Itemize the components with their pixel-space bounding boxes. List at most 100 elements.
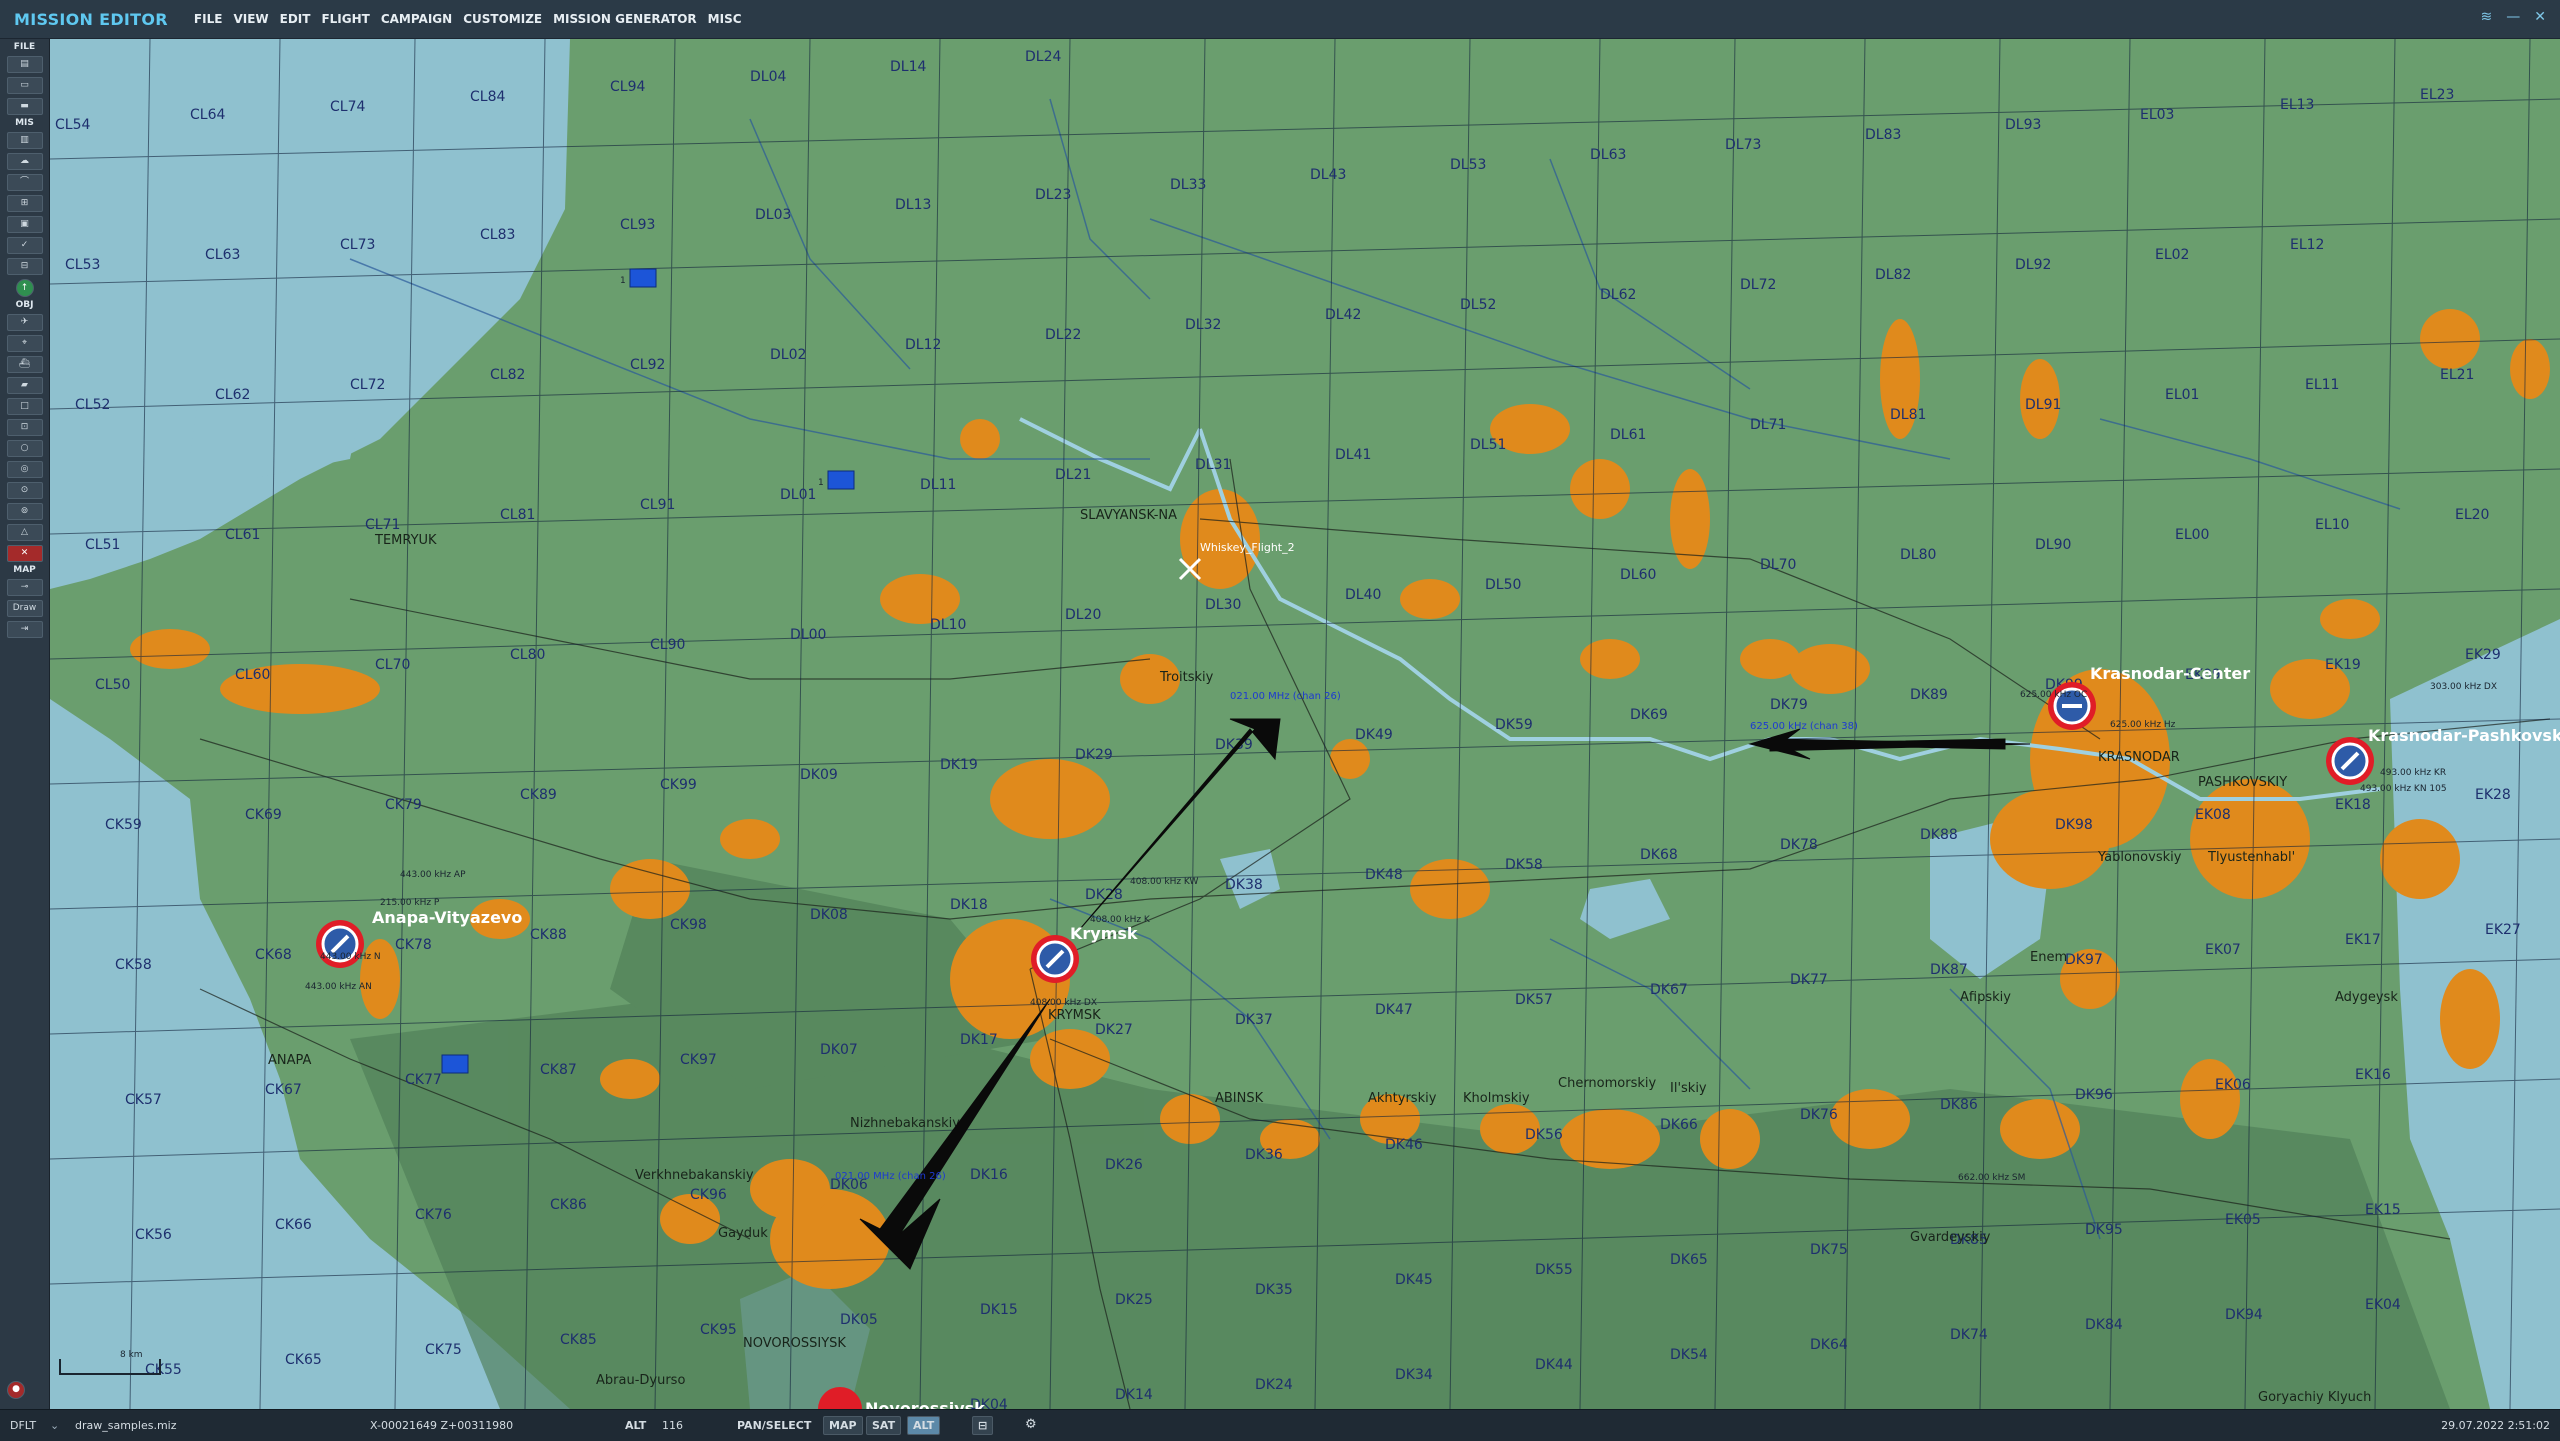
vehicle-icon[interactable]: ▰ (6, 377, 43, 394)
delete-icon[interactable]: ✕ (6, 545, 43, 562)
ruler-button[interactable]: ⇥ (6, 621, 43, 638)
menu-mission-generator[interactable]: MISSION GENERATOR (553, 12, 697, 26)
map-mode-button[interactable]: MAP (823, 1416, 863, 1435)
blue-unit-2[interactable]: 1 (818, 470, 855, 490)
grid-label: CL51 (85, 537, 120, 553)
grid-label: DK94 (2225, 1307, 2263, 1323)
grid-label: CL53 (65, 257, 100, 273)
map-canvas[interactable]: CL54 CL64 CL74 CL84 CL94 DL04 DL14 DL24 … (50, 39, 2560, 1409)
shapes-icon[interactable]: △ (6, 524, 43, 541)
menu-campaign[interactable]: CAMPAIGN (381, 12, 452, 26)
place-label: Abrau-Dyurso (596, 1373, 685, 1388)
menu-misc[interactable]: MISC (708, 12, 742, 26)
grid-label: EK08 (2195, 807, 2231, 823)
grid-label: DK34 (1395, 1367, 1433, 1383)
airbase-label: Krasnodar-Pashkovsky (2368, 726, 2560, 745)
lake-south (1580, 879, 1670, 939)
grid-label: DL71 (1750, 417, 1786, 433)
grid-label: EK28 (2475, 787, 2511, 803)
grid-label: DL11 (920, 477, 956, 493)
minimize-button[interactable]: — (2506, 9, 2520, 25)
new-mission-button[interactable]: ▤ (6, 56, 43, 73)
menu-flight[interactable]: FLIGHT (321, 12, 369, 26)
mode-label: PAN/SELECT (737, 1419, 812, 1432)
grid-label: CK59 (105, 817, 142, 833)
grid-label: CL70 (375, 657, 410, 673)
navaid-label: 493.00 kHz KR (2380, 768, 2446, 778)
alt-mode-button[interactable]: ALT (907, 1416, 941, 1435)
profile-select[interactable]: DFLT (10, 1419, 36, 1432)
nav-target-icon[interactable]: ⊙ (6, 482, 43, 499)
sat-mode-button[interactable]: SAT (866, 1416, 902, 1435)
grid-label: DL80 (1900, 547, 1936, 563)
grid-label: EL10 (2315, 517, 2349, 533)
grid-label: DK78 (1780, 837, 1818, 853)
place-label: KRYMSK (1048, 1008, 1101, 1023)
goals-button[interactable]: ▣ (6, 216, 43, 233)
sea-north-west (50, 39, 570, 589)
blue-ground-unit-icon (441, 1054, 469, 1074)
wifi-icon: ≋ (2480, 9, 2493, 25)
alt-value: 116 (662, 1419, 683, 1432)
scale-label: 8 km (120, 1350, 143, 1360)
zone-icon[interactable]: ○ (6, 440, 43, 457)
weather-button[interactable]: ☁ (6, 153, 43, 170)
grid-label: DK88 (1920, 827, 1958, 843)
aircraft-icon[interactable]: ✈ (6, 314, 43, 331)
grid-label: CL93 (620, 217, 655, 233)
layers-icon[interactable]: ⊟ (972, 1416, 994, 1435)
grid-label: DK87 (1930, 962, 1968, 978)
grid-label: DK57 (1515, 992, 1553, 1008)
coalition-button[interactable]: ⌒ (6, 174, 43, 191)
recording-icon[interactable]: ● (7, 1381, 25, 1399)
grid-label: DK86 (1940, 1097, 1978, 1113)
grid-label: CK75 (425, 1342, 462, 1358)
grid-label: CK76 (415, 1207, 452, 1223)
settings-icon[interactable]: ⚙ (1025, 1417, 1037, 1432)
up-arrow-button[interactable]: ↑ (15, 279, 34, 297)
place-label: Kholmskiy (1463, 1091, 1530, 1106)
menu-file[interactable]: FILE (194, 12, 223, 26)
resources-button[interactable]: ⊟ (6, 258, 43, 275)
place-label: Tlyustenhabl' (2207, 850, 2295, 865)
grid-label: CL80 (510, 647, 545, 663)
briefing-button[interactable]: ▥ (6, 132, 43, 149)
filename: draw_samples.miz (75, 1419, 177, 1432)
chevron-down-icon[interactable]: ⌄ (50, 1419, 59, 1432)
menu-edit[interactable]: EDIT (280, 12, 311, 26)
grid-label: DK64 (1810, 1337, 1848, 1353)
helicopter-icon[interactable]: ⌖ (6, 335, 43, 352)
place-label: Troitskiy (1159, 670, 1214, 685)
grid-label: DL70 (1760, 557, 1796, 573)
grid-label: DL52 (1460, 297, 1496, 313)
grid-label: EK17 (2345, 932, 2381, 948)
grid-label: CL81 (500, 507, 535, 523)
blue-unit-3[interactable] (441, 1054, 469, 1074)
grid-label: CL50 (95, 677, 130, 693)
template-icon[interactable]: ⊚ (6, 503, 43, 520)
draw-button[interactable]: Draw (6, 600, 43, 617)
triggers-button[interactable]: ⊞ (6, 195, 43, 212)
grid-label: DL33 (1170, 177, 1206, 193)
save-mission-button[interactable]: ▬ (6, 98, 43, 115)
static-object-icon[interactable]: □ (6, 398, 43, 415)
map-options-button[interactable]: ⊸ (6, 579, 43, 596)
menu-customize[interactable]: CUSTOMIZE (463, 12, 542, 26)
ship-icon[interactable]: ⛴ (6, 356, 43, 373)
open-mission-button[interactable]: ▭ (6, 77, 43, 94)
place-label: Gayduk (718, 1226, 768, 1241)
grid-label: CK65 (285, 1352, 322, 1368)
grid-label: CK89 (520, 787, 557, 803)
navaid-label: 215.00 kHz P (380, 898, 440, 908)
map-svg[interactable]: CL54 CL64 CL74 CL84 CL94 DL04 DL14 DL24 … (50, 39, 2560, 1409)
menu-view[interactable]: VIEW (233, 12, 268, 26)
grid-label: CK99 (660, 777, 697, 793)
close-button[interactable]: ✕ (2534, 9, 2546, 25)
blue-unit-1[interactable]: 1 (620, 268, 657, 288)
grid-label: DL03 (755, 207, 791, 223)
train-icon[interactable]: ⊡ (6, 419, 43, 436)
check-button[interactable]: ✓ (6, 237, 43, 254)
grid-label: CL74 (330, 99, 365, 115)
grid-label: EL11 (2305, 377, 2339, 393)
target-icon[interactable]: ◎ (6, 461, 43, 478)
